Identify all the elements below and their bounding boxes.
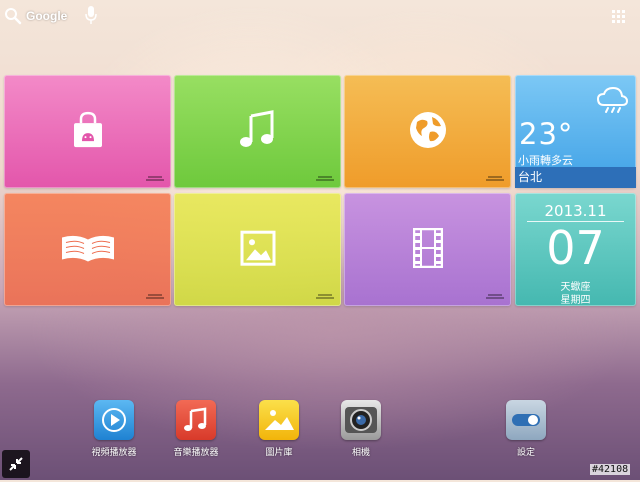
date-widget[interactable]: 2013.11 07 天蠍座 星期四 xyxy=(515,193,636,306)
tile-store[interactable] xyxy=(4,75,171,188)
camera-icon xyxy=(341,400,381,440)
dock-label: 設定 xyxy=(516,448,535,458)
resize-handle-icon xyxy=(486,294,504,299)
date-day: 07 xyxy=(546,221,605,275)
globe-icon xyxy=(409,111,446,148)
watermark: #42108 xyxy=(590,464,631,475)
date-year-month: 2013.11 xyxy=(544,202,607,220)
resize-handle-icon xyxy=(316,294,334,299)
dock-camera[interactable]: 相機 xyxy=(331,400,391,460)
microphone-icon[interactable] xyxy=(84,5,98,25)
play-icon xyxy=(94,400,134,440)
app-grid-icon[interactable] xyxy=(612,10,626,24)
tile-music[interactable] xyxy=(174,75,341,188)
picture-icon xyxy=(240,230,275,266)
resize-handle-icon xyxy=(146,294,164,299)
resize-handle-icon xyxy=(146,176,164,181)
resize-handle-icon xyxy=(316,176,334,181)
resize-handle-icon xyxy=(486,176,504,181)
weather-temperature: 23° xyxy=(519,117,574,151)
collapse-arrows-icon xyxy=(9,457,23,471)
tile-browser[interactable] xyxy=(344,75,511,188)
top-bar: Google xyxy=(0,0,640,32)
weather-city: 台北 xyxy=(518,170,543,184)
film-icon xyxy=(412,227,443,268)
weather-widget[interactable]: 23° 小雨轉多云 台北 xyxy=(515,75,636,188)
dock-label: 視頻播放器 xyxy=(91,448,137,458)
dock-settings[interactable]: 設定 xyxy=(496,400,556,460)
landscape-icon xyxy=(259,400,299,440)
settings-toggle-icon xyxy=(506,400,546,440)
dock-label: 音樂播放器 xyxy=(173,448,219,458)
dock-music-player[interactable]: 音樂播放器 xyxy=(166,400,226,460)
dock-video-player[interactable]: 視頻播放器 xyxy=(84,400,144,460)
tile-gallery[interactable] xyxy=(174,193,341,306)
search-icon xyxy=(5,8,22,25)
google-search-label: Google xyxy=(26,9,68,23)
shopping-bag-icon xyxy=(73,111,102,147)
exit-fullscreen-button[interactable] xyxy=(2,450,30,478)
weather-condition: 小雨轉多云 xyxy=(518,154,573,167)
open-book-icon xyxy=(61,235,114,261)
dock-label: 圖片庫 xyxy=(265,448,293,458)
dock-gallery[interactable]: 圖片庫 xyxy=(249,400,309,460)
google-search-widget[interactable]: Google xyxy=(4,6,67,26)
tile-video[interactable] xyxy=(344,193,511,306)
rain-cloud-icon xyxy=(596,86,628,113)
dock-label: 相機 xyxy=(351,448,370,458)
music-note-icon xyxy=(239,109,273,147)
music-note-icon xyxy=(176,400,216,440)
date-weekday: 星期四 xyxy=(560,295,591,306)
tile-books[interactable] xyxy=(4,193,171,306)
